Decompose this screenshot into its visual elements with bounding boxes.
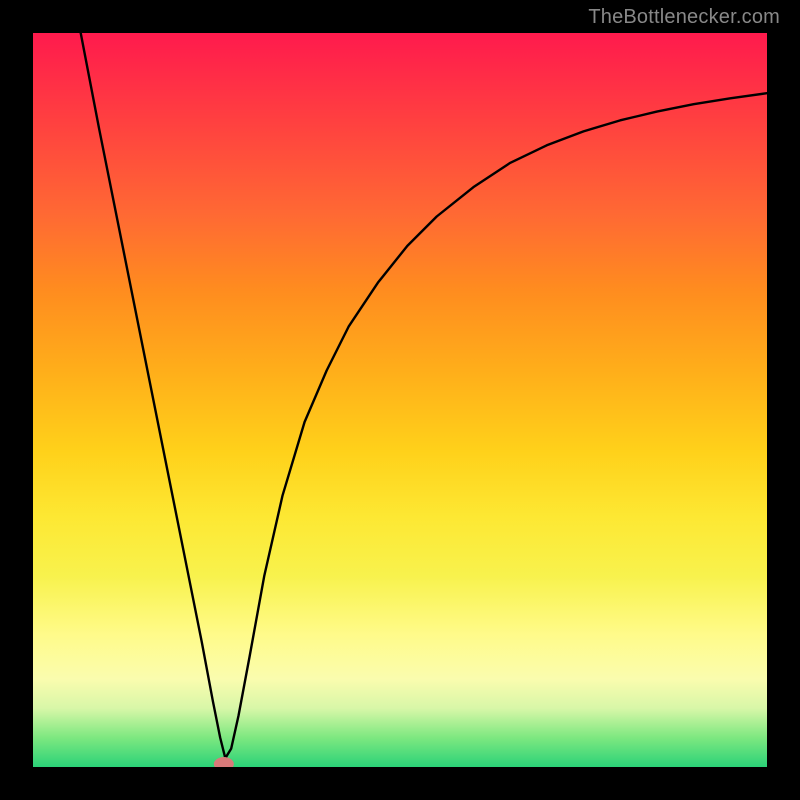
- plot-area: [33, 33, 767, 767]
- watermark-text: TheBottlenecker.com: [588, 6, 780, 29]
- bottleneck-curve: [81, 33, 767, 758]
- chart-frame: TheBottlenecker.com: [0, 0, 800, 800]
- optimal-marker: [214, 757, 234, 767]
- curve-layer: [33, 33, 767, 767]
